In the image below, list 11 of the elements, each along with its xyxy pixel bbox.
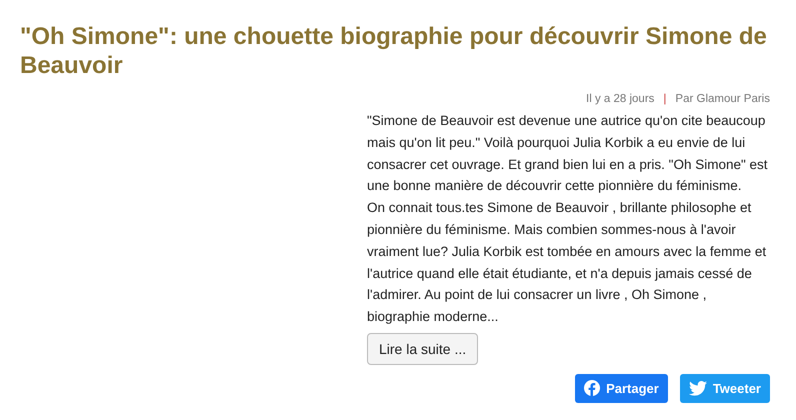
- article-excerpt: On connait tous.tes Simone de Beauvoir , brillante philosophe et pionnière du féminisme. Mais combien sommes-nous à l'avoir vraiment lue? Julia Korbik est tombée en amours avec la femme et l'autrice quand elle était étudiante, et n'a depuis jamais cessé de l'admirer. Au point de lui consacrer un livre , Oh Simone , biographie moderne...: [367, 199, 768, 326]
- publish-date: Il y a 28 jours: [586, 92, 654, 106]
- share-button[interactable]: Partager: [575, 374, 668, 403]
- author-byline: Par Glamour Paris: [675, 92, 770, 106]
- read-more-button[interactable]: Lire la suite ...: [367, 332, 478, 365]
- facebook-icon: [584, 380, 600, 396]
- bird-icon: [688, 380, 707, 396]
- tweet-button[interactable]: Tweeter: [680, 374, 770, 403]
- article-excerpt: "Simone de Beauvoir est devenue une autrice qu'on cite beaucoup mais qu'on lit peu." Voilà pourquoi Julia Korbik a eu envie de lui consacrer cet ouvrage. Et grand bien lui en a pris. "Oh Simone" est une bonne manière de découvrir cette pionnière du féminisme.: [367, 112, 769, 196]
- article-title: "Oh Simone": une chouette biographie pour découvrir Simone de Beauvoir: [20, 22, 768, 80]
- separator: |: [663, 92, 666, 106]
